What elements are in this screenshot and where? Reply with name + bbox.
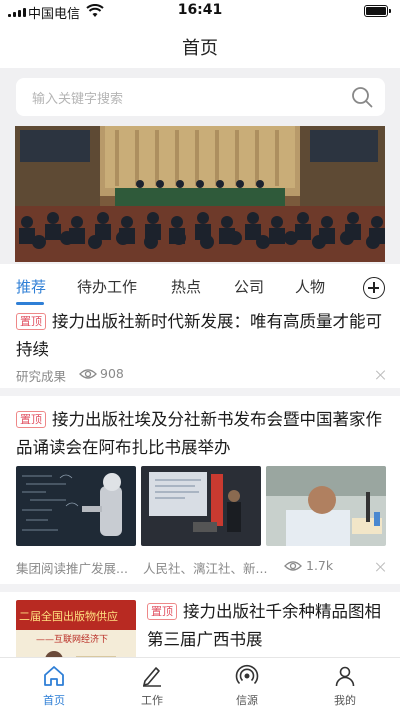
banner [0, 124, 400, 264]
pin-badge: 置顶 [16, 411, 46, 428]
pin-badge: 置顶 [16, 313, 46, 330]
search-band: 输入关键字搜索 [0, 68, 400, 124]
close-icon[interactable] [376, 370, 386, 380]
search-placeholder: 输入关键字搜索 [32, 92, 124, 107]
broadcast-icon [235, 664, 259, 685]
tab-recommend[interactable]: 推荐 [16, 276, 46, 297]
list-item[interactable]: 置顶 接力出版社埃及分社新书发布会暨中国著家作品诵读会在阿布扎比书展举办 集团阅… [0, 396, 400, 584]
divider [0, 584, 400, 592]
page-title: 首页 [182, 38, 218, 59]
eye-icon [79, 369, 97, 379]
article-thumbnail[interactable] [16, 466, 136, 546]
article-source: 集团阅读推广发展... [16, 561, 128, 576]
svg-text:二届全国出版物供应: 二届全国出版物供应 [19, 609, 118, 623]
add-tab-icon[interactable] [363, 277, 385, 299]
article-title: 置顶 接力出版社千余种精品图相第三届广西书展 [147, 602, 381, 649]
tabbar-sources[interactable]: 信源 [217, 664, 277, 708]
article-source: 研究成果 [16, 369, 67, 384]
divider [0, 388, 400, 396]
tabbar-work[interactable]: 工作 [122, 664, 182, 708]
battery-icon [364, 5, 391, 17]
pin-badge: 置顶 [147, 603, 177, 620]
home-icon [44, 666, 64, 686]
list-item[interactable]: 二届全国出版物供应 ——互联网经济下 置顶 接力出版社千余种精品图相第三届广西书展 [0, 592, 400, 657]
active-tab-indicator [16, 302, 44, 305]
nav-bar: 首页 [0, 24, 400, 68]
article-thumbnail[interactable] [266, 466, 386, 546]
article-title: 置顶 接力出版社埃及分社新书发布会暨中国著家作品诵读会在阿布扎比书展举办 [16, 410, 382, 457]
search-icon[interactable] [351, 86, 373, 108]
clock: 16:41 [177, 2, 223, 18]
pen-icon [143, 667, 161, 687]
list-item[interactable]: 置顶 接力出版社新时代新发展：唯有高质量才能可持续 研究成果 908 [0, 308, 400, 396]
person-icon [335, 666, 355, 687]
article-title: 置顶 接力出版社新时代新发展：唯有高质量才能可持续 [16, 312, 382, 359]
article-source: 人民社、漓江社、新... [143, 561, 268, 576]
tabbar-mine[interactable]: 我的 [315, 664, 375, 708]
tab-people[interactable]: 人物 [295, 276, 325, 297]
eye-icon [284, 561, 302, 571]
article-thumbnail[interactable] [141, 466, 261, 546]
search-input[interactable]: 输入关键字搜索 [16, 78, 385, 116]
bottom-tab-bar: 首页 工作 信源 我的 [0, 657, 400, 710]
tabbar-home[interactable]: 首页 [24, 664, 84, 708]
category-tabs: 推荐 待办工作 热点 公司 人物 [0, 264, 400, 308]
article-thumbnail[interactable]: 二届全国出版物供应 ——互联网经济下 [16, 600, 136, 657]
tab-company[interactable]: 公司 [234, 276, 264, 297]
close-icon[interactable] [376, 562, 386, 572]
tab-todo[interactable]: 待办工作 [77, 276, 137, 297]
svg-text:——互联网经济下: ——互联网经济下 [36, 633, 108, 645]
view-count: 1.7k [306, 558, 334, 573]
view-count: 908 [100, 366, 124, 381]
status-bar: 中国电信 16:41 [0, 0, 400, 24]
banner-image[interactable] [15, 126, 385, 262]
tab-hot[interactable]: 热点 [171, 276, 201, 297]
